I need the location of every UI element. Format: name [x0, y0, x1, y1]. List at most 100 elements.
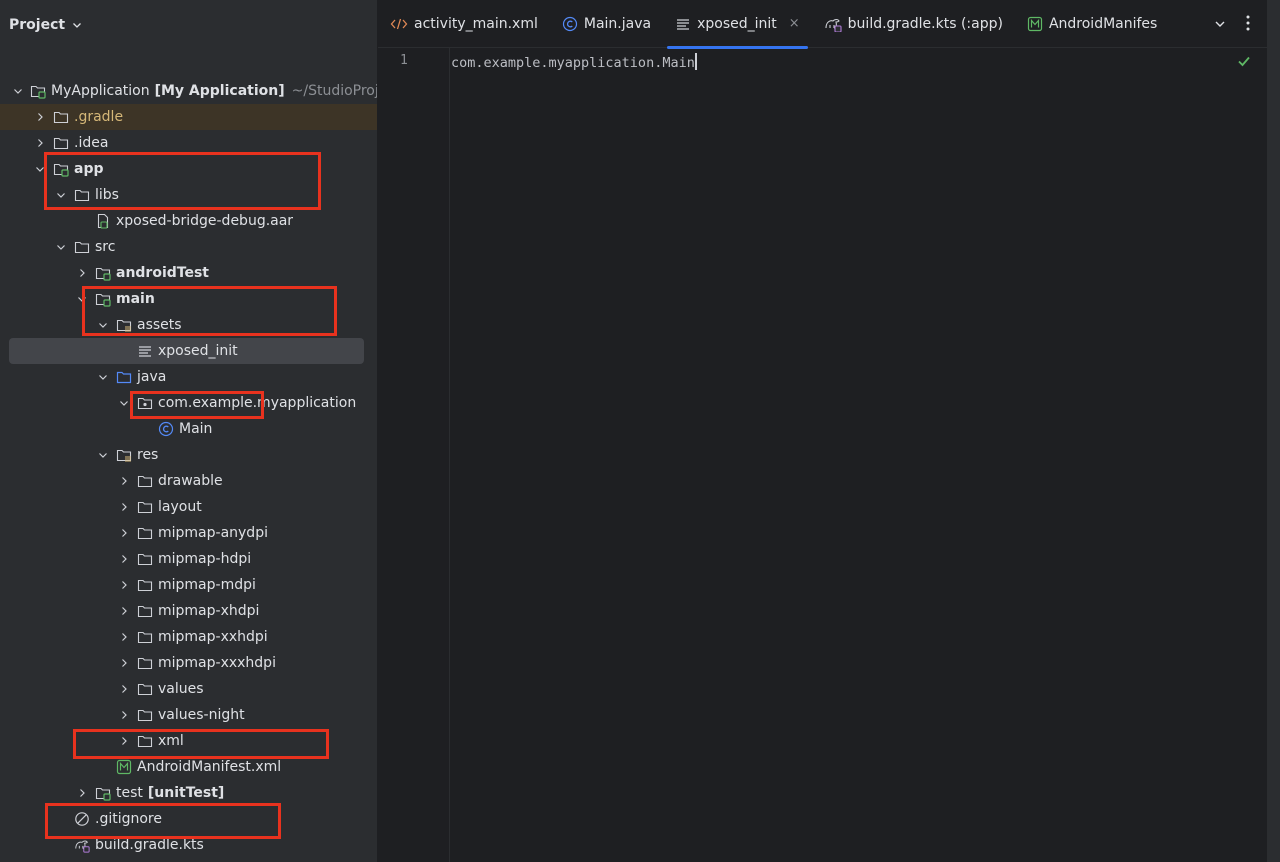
tree-item-suffix: [unitTest]: [147, 785, 225, 801]
chevron-right-icon[interactable]: [75, 786, 89, 800]
tree-item[interactable]: proguard-rules.pro: [0, 858, 377, 862]
chevron-right-icon[interactable]: [117, 708, 131, 722]
chevron-right-icon[interactable]: [33, 136, 47, 150]
chevron-right-icon[interactable]: [117, 552, 131, 566]
chevron-right-icon[interactable]: [117, 630, 131, 644]
text-file-icon: [675, 16, 691, 32]
chevron-down-icon[interactable]: [75, 292, 89, 306]
tree-item[interactable]: androidTest: [0, 260, 377, 286]
chevron-down-icon[interactable]: [117, 396, 131, 410]
editor-tab[interactable]: Main.java: [550, 0, 663, 48]
tree-item[interactable]: mipmap-xhdpi: [0, 598, 377, 624]
chevron-down-icon[interactable]: [54, 240, 68, 254]
chevron-right-icon[interactable]: [117, 526, 131, 540]
tree-item-label: mipmap-mdpi: [158, 577, 256, 593]
folder-icon: [53, 109, 69, 125]
tree-item[interactable]: mipmap-xxxhdpi: [0, 650, 377, 676]
chevron-down-icon[interactable]: [12, 84, 24, 98]
tree-item[interactable]: mipmap-xxhdpi: [0, 624, 377, 650]
chevron-right-icon[interactable]: [117, 734, 131, 748]
chevron-right-icon[interactable]: [117, 604, 131, 618]
gradle-icon: [824, 16, 842, 32]
chevron-right-icon[interactable]: [117, 474, 131, 488]
tree-item-label: mipmap-xxxhdpi: [158, 655, 276, 671]
editor-tab-label: build.gradle.kts (:app): [847, 15, 1003, 32]
tree-item[interactable]: xml: [0, 728, 377, 754]
package-icon: [137, 395, 153, 411]
chevron-down-icon[interactable]: [96, 370, 110, 384]
chevron-right-icon[interactable]: [117, 500, 131, 514]
tree-item[interactable]: .gitignore: [0, 806, 377, 832]
chevron-down-icon[interactable]: [96, 318, 110, 332]
tree-item[interactable]: com.example.myapplication: [0, 390, 377, 416]
tree-item[interactable]: test [unitTest]: [0, 780, 377, 806]
tree-item[interactable]: .idea: [0, 130, 377, 156]
editor-tab-label: Main.java: [583, 15, 652, 32]
tree-item-label: main: [116, 291, 155, 307]
module-folder-icon: [95, 265, 111, 281]
editor-tab[interactable]: AndroidManifes: [1015, 0, 1169, 48]
chevron-down-icon[interactable]: [71, 19, 83, 31]
chevron-down-icon[interactable]: [96, 448, 110, 462]
chevron-down-icon[interactable]: [54, 188, 68, 202]
tree-item[interactable]: assets: [0, 312, 377, 338]
tree-item[interactable]: layout: [0, 494, 377, 520]
tree-item[interactable]: libs: [0, 182, 377, 208]
chevron-right-icon[interactable]: [33, 110, 47, 124]
tree-item-label: MyApplication: [51, 83, 150, 99]
tree-item[interactable]: java: [0, 364, 377, 390]
tree-item[interactable]: mipmap-mdpi: [0, 572, 377, 598]
project-view-header[interactable]: Project: [0, 0, 377, 50]
tree-item[interactable]: Main: [0, 416, 377, 442]
module-folder-icon: [95, 785, 111, 801]
chevron-right-icon[interactable]: [117, 682, 131, 696]
tree-item[interactable]: values-night: [0, 702, 377, 728]
tree-item[interactable]: xposed_init: [9, 338, 364, 364]
chevron-right-icon[interactable]: [117, 578, 131, 592]
tab-list-chevron-icon[interactable]: [1213, 17, 1227, 35]
editor-tab-label: activity_main.xml: [414, 15, 538, 32]
editor-gutter: [378, 48, 450, 862]
tree-item[interactable]: AndroidManifest.xml: [0, 754, 377, 780]
tree-item[interactable]: main: [0, 286, 377, 312]
project-sidebar: Project MyApplication [My Application] ~/S…: [0, 0, 378, 862]
chevron-right-icon[interactable]: [117, 656, 131, 670]
tree-item[interactable]: mipmap-hdpi: [0, 546, 377, 572]
tree-item-label: test: [116, 785, 143, 801]
chevron-down-icon[interactable]: [33, 162, 47, 176]
editor-tab[interactable]: activity_main.xml: [378, 0, 550, 48]
tree-item[interactable]: values: [0, 676, 377, 702]
tree-item-label: mipmap-hdpi: [158, 551, 252, 567]
tree-item[interactable]: res: [0, 442, 377, 468]
tree-item[interactable]: app: [0, 156, 377, 182]
editor-tab[interactable]: build.gradle.kts (:app): [812, 0, 1015, 48]
folder-icon: [137, 577, 153, 593]
tree-item-label: java: [137, 369, 167, 385]
tree-item[interactable]: xposed-bridge-debug.aar: [0, 208, 377, 234]
folder-icon: [137, 551, 153, 567]
folder-icon: [137, 525, 153, 541]
tree-item[interactable]: drawable: [0, 468, 377, 494]
resources-folder-icon: [116, 317, 132, 333]
tree-item[interactable]: mipmap-anydpi: [0, 520, 377, 546]
editor-tab-label: AndroidManifes: [1048, 15, 1158, 32]
tree-item[interactable]: MyApplication [My Application] ~/StudioPro…: [0, 78, 377, 104]
text-file-icon: [137, 343, 153, 359]
folder-icon: [137, 733, 153, 749]
chevron-right-icon[interactable]: [75, 266, 89, 280]
close-icon[interactable]: ×: [789, 16, 800, 31]
tree-item-label: mipmap-xxhdpi: [158, 629, 268, 645]
tree-item[interactable]: src: [0, 234, 377, 260]
manifest-icon: [116, 759, 132, 775]
tree-item[interactable]: .gradle: [0, 104, 377, 130]
more-options-icon[interactable]: [1245, 14, 1251, 36]
tree-item-label: Main: [179, 421, 213, 437]
tree-item[interactable]: build.gradle.kts: [0, 832, 377, 858]
folder-icon: [137, 499, 153, 515]
tree-item-label: xposed_init: [158, 343, 238, 359]
code-line[interactable]: com.example.myapplication.Main: [451, 53, 697, 71]
folder-icon: [137, 629, 153, 645]
editor-tab[interactable]: xposed_init ×: [663, 0, 812, 49]
right-tool-strip: [1267, 0, 1280, 862]
